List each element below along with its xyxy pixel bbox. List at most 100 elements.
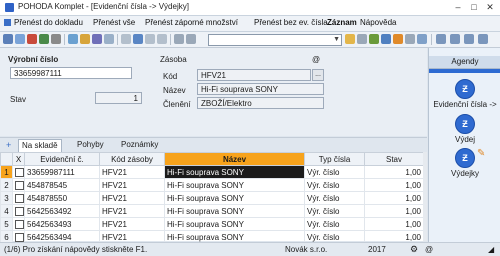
menu-transfer-without-serial[interactable]: Přenést bez ev. čísla bbox=[254, 18, 328, 27]
row-checkbox[interactable] bbox=[12, 204, 25, 218]
cell-state[interactable]: 1,00 bbox=[364, 217, 424, 231]
menu-transfer-to-document[interactable]: Přenést do dokladu bbox=[14, 18, 83, 27]
cell-serial[interactable]: 454878550 bbox=[24, 191, 100, 205]
col-state[interactable]: Stav bbox=[364, 152, 424, 166]
cell-type[interactable]: Výr. číslo bbox=[304, 165, 365, 179]
checkbox-icon[interactable] bbox=[15, 232, 24, 242]
agenda-item-serial-numbers[interactable]: Evidenční čísla -> bbox=[429, 100, 500, 109]
first-record-icon[interactable] bbox=[121, 34, 131, 44]
col-check[interactable]: X bbox=[12, 152, 25, 166]
cell-serial[interactable]: 5642563493 bbox=[24, 217, 100, 231]
filter-icon[interactable] bbox=[92, 34, 102, 44]
checkbox-icon[interactable] bbox=[15, 219, 24, 229]
panel-icon[interactable] bbox=[464, 34, 474, 44]
cell-code[interactable]: HFV21 bbox=[99, 217, 165, 231]
status-hint: (1/6) Pro získání nápovědy stiskněte F1. bbox=[4, 245, 148, 254]
search-icon[interactable] bbox=[80, 34, 90, 44]
previous-record-icon[interactable] bbox=[133, 34, 143, 44]
cell-name[interactable]: Hi-Fi souprava SONY bbox=[164, 191, 305, 205]
table-row[interactable]: 5 5642563493 HFV21 Hi-Fi souprava SONY V… bbox=[0, 217, 424, 231]
col-serial[interactable]: Evidenční č. bbox=[24, 152, 100, 166]
row-checkbox[interactable] bbox=[12, 217, 25, 231]
cell-serial[interactable]: 33659987111 bbox=[24, 165, 100, 179]
cell-name[interactable]: Hi-Fi souprava SONY bbox=[164, 204, 305, 218]
cell-name[interactable]: Hi-Fi souprava SONY bbox=[164, 217, 305, 231]
menu-help[interactable]: Nápověda bbox=[360, 18, 396, 27]
status-bar: (1/6) Pro získání nápovědy stiskněte F1.… bbox=[0, 242, 500, 256]
table-row[interactable]: 4 5642563492 HFV21 Hi-Fi souprava SONY V… bbox=[0, 204, 424, 218]
agenda-item-issue-notes[interactable]: Výdejky bbox=[429, 169, 500, 178]
close-icon[interactable]: ✕ bbox=[483, 1, 497, 13]
agenda-toggle-icon[interactable] bbox=[478, 34, 488, 44]
export-icon[interactable] bbox=[369, 34, 379, 44]
last-record-icon[interactable] bbox=[157, 34, 167, 44]
row-checkbox[interactable] bbox=[12, 191, 25, 205]
add-icon[interactable]: + bbox=[6, 140, 11, 150]
grid-scrollbar[interactable] bbox=[423, 152, 427, 241]
cell-code[interactable]: HFV21 bbox=[99, 165, 165, 179]
cell-code[interactable]: HFV21 bbox=[99, 178, 165, 192]
folder-icon[interactable] bbox=[345, 34, 355, 44]
tab-movements[interactable]: Pohyby bbox=[74, 139, 107, 151]
cell-name[interactable]: Hi-Fi souprava SONY bbox=[164, 178, 305, 192]
cell-state[interactable]: 1,00 bbox=[364, 204, 424, 218]
resize-grip-icon[interactable]: ◢ bbox=[488, 245, 494, 254]
save-icon[interactable] bbox=[39, 34, 49, 44]
detail-icon[interactable] bbox=[186, 34, 196, 44]
table-row[interactable]: 3 454878550 HFV21 Hi-Fi souprava SONY Vý… bbox=[0, 191, 424, 205]
cell-type[interactable]: Výr. číslo bbox=[304, 191, 365, 205]
cell-state[interactable]: 1,00 bbox=[364, 178, 424, 192]
calendar-icon[interactable] bbox=[381, 34, 391, 44]
cancel-icon[interactable] bbox=[51, 34, 61, 44]
menu-record[interactable]: Záznam bbox=[327, 18, 357, 27]
tab-in-stock[interactable]: Na skladě bbox=[18, 139, 62, 152]
print-icon[interactable] bbox=[104, 34, 114, 44]
serial-numbers-icon[interactable]: Ƶ bbox=[455, 79, 475, 99]
cell-type[interactable]: Výr. číslo bbox=[304, 204, 365, 218]
col-type[interactable]: Typ čísla bbox=[304, 152, 365, 166]
next-record-icon[interactable] bbox=[145, 34, 155, 44]
toolbar-combo[interactable]: ▼ bbox=[208, 34, 342, 46]
window-icon[interactable] bbox=[417, 34, 427, 44]
delete-icon[interactable] bbox=[27, 34, 37, 44]
cell-state[interactable]: 1,00 bbox=[364, 165, 424, 179]
issue-icon[interactable]: Ƶ bbox=[455, 114, 475, 134]
menu-transfer-all[interactable]: Přenést vše bbox=[93, 18, 135, 27]
settings-icon[interactable]: ⚙ bbox=[410, 244, 418, 255]
maximize-icon[interactable]: □ bbox=[467, 1, 481, 13]
col-name[interactable]: Název bbox=[164, 152, 305, 166]
row-checkbox[interactable] bbox=[12, 165, 25, 179]
grid-view-icon[interactable] bbox=[450, 34, 460, 44]
row-checkbox[interactable] bbox=[12, 178, 25, 192]
cell-code[interactable]: HFV21 bbox=[99, 191, 165, 205]
key-icon[interactable] bbox=[393, 34, 403, 44]
menu-transfer-negative[interactable]: Přenést záporné množství bbox=[145, 18, 238, 27]
col-code[interactable]: Kód zásoby bbox=[99, 152, 165, 166]
cell-serial[interactable]: 5642563492 bbox=[24, 204, 100, 218]
cell-serial[interactable]: 454878545 bbox=[24, 178, 100, 192]
agenda-item-issue[interactable]: Výdej bbox=[429, 135, 500, 144]
cell-name[interactable]: Hi-Fi souprava SONY bbox=[164, 165, 305, 179]
view-icon[interactable] bbox=[357, 34, 367, 44]
calculator-icon[interactable] bbox=[405, 34, 415, 44]
copy-icon[interactable] bbox=[68, 34, 78, 44]
table-row[interactable]: 2 454878545 HFV21 Hi-Fi souprava SONY Vý… bbox=[0, 178, 424, 192]
stock-lookup-button[interactable]: ... bbox=[312, 69, 324, 81]
list-icon[interactable] bbox=[174, 34, 184, 44]
layout-icon[interactable] bbox=[436, 34, 446, 44]
cell-type[interactable]: Výr. číslo bbox=[304, 178, 365, 192]
checkbox-icon[interactable] bbox=[15, 167, 24, 177]
checkbox-icon[interactable] bbox=[15, 206, 24, 216]
edit-icon[interactable] bbox=[15, 34, 25, 44]
new-icon[interactable] bbox=[3, 34, 13, 44]
table-row[interactable]: 1 33659987111 HFV21 Hi-Fi souprava SONY … bbox=[0, 165, 424, 179]
checkbox-icon[interactable] bbox=[15, 193, 24, 203]
cell-code[interactable]: HFV21 bbox=[99, 204, 165, 218]
tab-notes[interactable]: Poznámky bbox=[118, 139, 161, 151]
issue-notes-icon[interactable]: Ƶ bbox=[455, 148, 475, 168]
cell-type[interactable]: Výr. číslo bbox=[304, 217, 365, 231]
checkbox-icon[interactable] bbox=[15, 180, 24, 190]
minimize-icon[interactable]: – bbox=[451, 1, 465, 13]
serial-field[interactable]: 33659987111 bbox=[10, 67, 132, 79]
cell-state[interactable]: 1,00 bbox=[364, 191, 424, 205]
